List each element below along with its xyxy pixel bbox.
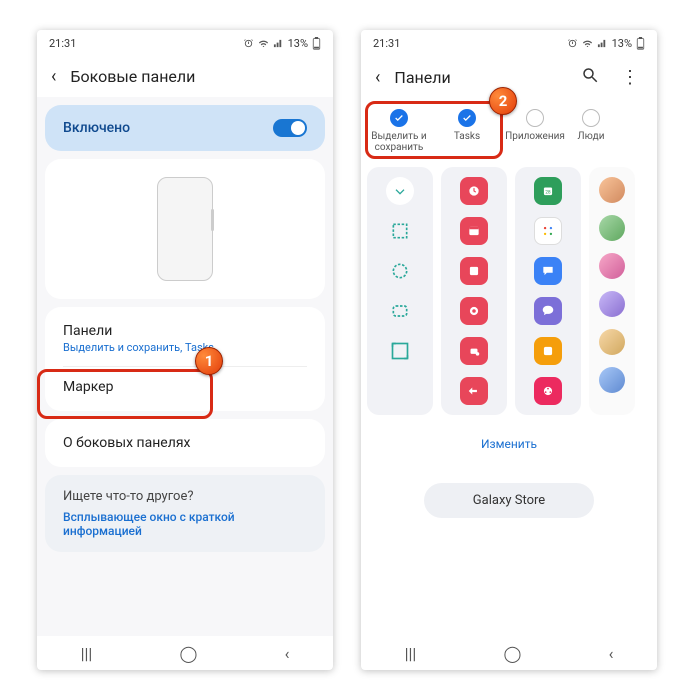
svg-text:28: 28 (545, 189, 551, 195)
phone-right: 21:31 13% ‹ Панели ⋮ Выделить и сохранит… (361, 30, 657, 670)
back-icon[interactable]: ‹ (51, 66, 56, 87)
app-icon (534, 337, 562, 365)
app-icon (534, 217, 562, 245)
content: Включено Панели Выделить и сохранить, Ta… (37, 97, 333, 636)
avatar (599, 367, 625, 393)
tool-icon (386, 297, 414, 325)
app-icon (534, 297, 562, 325)
about-item[interactable]: О боковых панелях (45, 423, 325, 463)
avatar (599, 177, 625, 203)
app-icon: 28 (534, 177, 562, 205)
nav-back-icon[interactable]: ‹ (285, 644, 290, 663)
check-icon[interactable] (458, 109, 476, 127)
page-title: Панели (394, 68, 450, 87)
app-icon (460, 217, 488, 245)
tab-label: Люди (578, 131, 605, 142)
battery-text: 13% (288, 37, 308, 50)
edit-link[interactable]: Изменить (361, 433, 657, 459)
footer-link[interactable]: Всплывающее окно с краткой информацией (63, 510, 307, 538)
app-icon (460, 337, 488, 365)
panels-sub: Выделить и сохранить, Tasks (63, 341, 307, 354)
app-icon (460, 177, 488, 205)
tab-label: Tasks (454, 131, 480, 142)
page-title: Боковые панели (70, 67, 195, 86)
app-icon (460, 257, 488, 285)
status-time: 21:31 (49, 37, 76, 50)
status-bar: 21:31 13% (361, 30, 657, 56)
status-time: 21:31 (373, 37, 400, 50)
alarm-icon (243, 38, 254, 49)
about-section: О боковых панелях (45, 419, 325, 467)
settings-list: Панели Выделить и сохранить, Tasks Марке… (45, 307, 325, 411)
status-right: 13% (243, 37, 321, 50)
callout-badge-1: 1 (195, 347, 223, 375)
tool-icon (386, 337, 414, 365)
app-icon (534, 377, 562, 405)
avatar (599, 291, 625, 317)
tab-select-save[interactable]: Выделить и сохранить (367, 105, 431, 157)
nav-recent-icon[interactable]: ||| (405, 644, 417, 663)
enabled-row[interactable]: Включено (45, 105, 325, 151)
avatar (599, 329, 625, 355)
content: Выделить и сохранить Tasks Приложения Лю… (361, 99, 657, 636)
toggle-switch[interactable] (273, 119, 307, 137)
nav-bar: ||| ◯ ‹ (37, 636, 333, 670)
check-icon[interactable] (526, 109, 544, 127)
tab-apps[interactable]: Приложения (503, 105, 567, 157)
tool-icon (386, 257, 414, 285)
tool-icon (386, 217, 414, 245)
more-icon[interactable]: ⋮ (617, 67, 643, 88)
wifi-icon (582, 38, 593, 49)
nav-home-icon[interactable]: ◯ (504, 644, 522, 663)
mini-phone-icon (157, 177, 213, 281)
about-label: О боковых панелях (63, 435, 190, 451)
tool-icon (386, 177, 414, 205)
store-label: Galaxy Store (473, 493, 545, 508)
panels-row: 28 (361, 167, 657, 425)
signal-icon (597, 38, 608, 49)
panel-col-apps[interactable]: 28 (515, 167, 581, 415)
tab-people[interactable]: Люди (571, 105, 611, 157)
enabled-label: Включено (63, 120, 130, 136)
footer-question: Ищете что-то другое? (63, 489, 307, 504)
app-icon (460, 377, 488, 405)
nav-bar: ||| ◯ ‹ (361, 636, 657, 670)
battery-text: 13% (612, 37, 632, 50)
footer-card: Ищете что-то другое? Всплывающее окно с … (45, 475, 325, 552)
panel-col-select[interactable] (367, 167, 433, 415)
status-right: 13% (567, 37, 645, 50)
tab-label: Выделить и сохранить (367, 131, 431, 153)
panels-title: Панели (63, 323, 307, 339)
check-icon[interactable] (582, 109, 600, 127)
avatar (599, 215, 625, 241)
back-icon[interactable]: ‹ (375, 67, 380, 88)
phone-left: 21:31 13% ‹ Боковые панели Включено Пане… (37, 30, 333, 670)
alarm-icon (567, 38, 578, 49)
galaxy-store-button[interactable]: Galaxy Store (424, 483, 594, 518)
callout-badge-2: 2 (489, 87, 517, 115)
nav-home-icon[interactable]: ◯ (180, 644, 198, 663)
app-icon (460, 297, 488, 325)
battery-icon (636, 37, 645, 50)
panels-item[interactable]: Панели Выделить и сохранить, Tasks (45, 311, 325, 366)
signal-icon (273, 38, 284, 49)
panel-col-people[interactable] (589, 167, 635, 415)
avatar (599, 253, 625, 279)
marker-item[interactable]: Маркер (45, 367, 325, 407)
app-icon (534, 257, 562, 285)
check-icon[interactable] (390, 109, 408, 127)
battery-icon (312, 37, 321, 50)
nav-back-icon[interactable]: ‹ (609, 644, 614, 663)
nav-recent-icon[interactable]: ||| (81, 644, 93, 663)
preview-card (45, 159, 325, 299)
marker-label: Маркер (63, 379, 113, 395)
tab-label: Приложения (505, 131, 565, 142)
search-icon[interactable] (577, 66, 603, 89)
tab-tasks[interactable]: Tasks (435, 105, 499, 157)
panel-col-tasks[interactable] (441, 167, 507, 415)
wifi-icon (258, 38, 269, 49)
app-bar: ‹ Боковые панели (37, 56, 333, 97)
status-bar: 21:31 13% (37, 30, 333, 56)
